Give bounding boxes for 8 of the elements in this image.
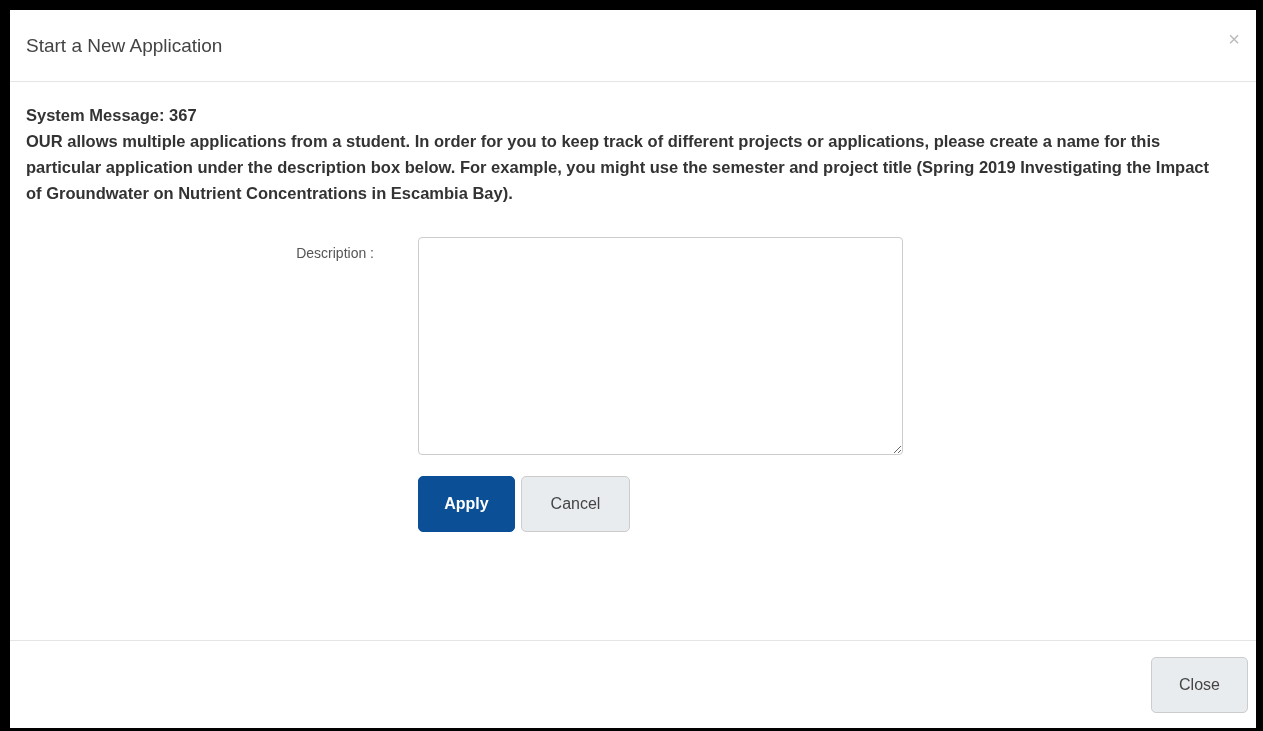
message-text: OUR allows multiple applications from a student. In order for you to keep track of different projects or applications, please create a name for this particular application under the description box below. For example, you might use the semester and project title (Spring 2019 Investigating the Impact of Groundwater on Nutrient Concentrations in Escambia Bay).	[26, 131, 1211, 204]
dialog-title: Start a New Application	[26, 34, 223, 57]
cancel-button[interactable]: Cancel	[521, 476, 630, 532]
message-heading: System Message: 367	[26, 105, 198, 126]
description-field[interactable]	[418, 237, 903, 455]
description-label: Description :	[295, 244, 375, 263]
apply-button[interactable]: Apply	[418, 476, 515, 532]
close-button[interactable]: Close	[1151, 656, 1248, 713]
